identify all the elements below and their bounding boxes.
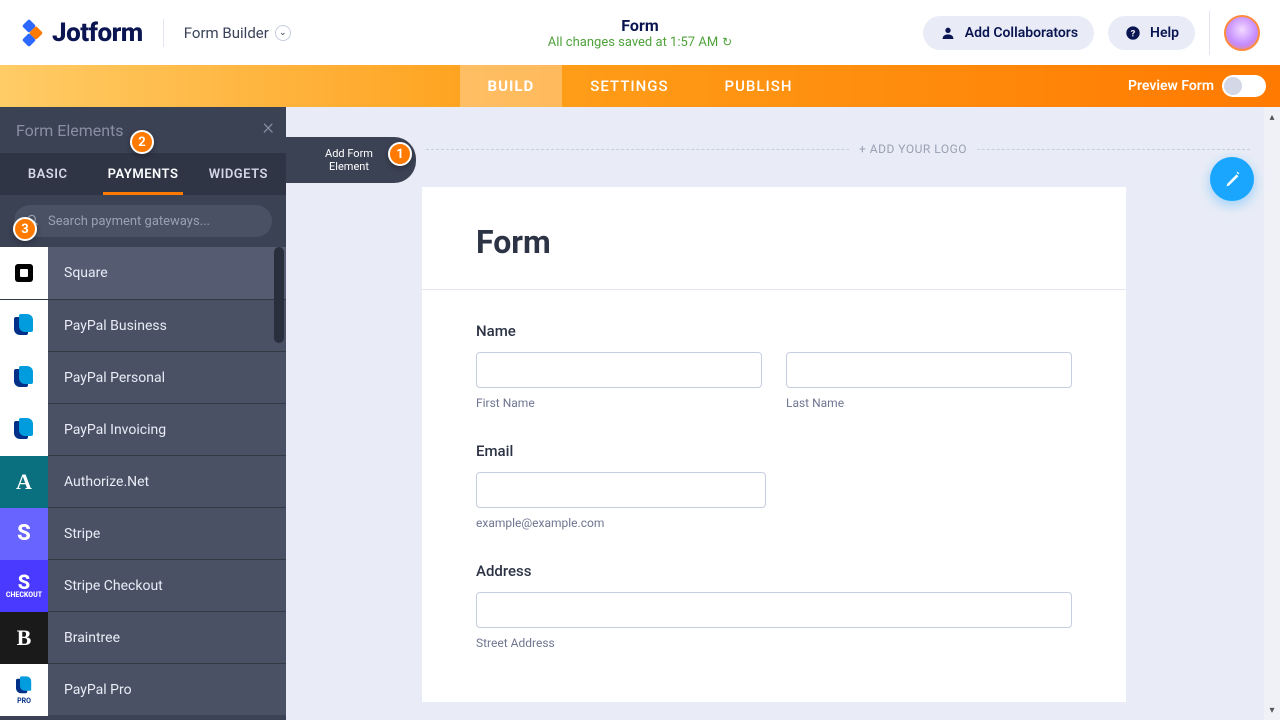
scroll-down-icon[interactable]: ▾ xyxy=(1269,702,1274,718)
email-sublabel: example@example.com xyxy=(476,516,1072,530)
paypal-icon xyxy=(0,300,48,352)
tab-build[interactable]: BUILD xyxy=(460,65,563,107)
search-input[interactable] xyxy=(48,214,260,229)
close-icon[interactable]: × xyxy=(262,115,274,140)
save-status: All changes saved at 1:57 AM ↻ xyxy=(548,35,732,50)
help-button[interactable]: ? Help xyxy=(1108,16,1195,50)
gateway-list: Square PayPal Business PayPal Personal P… xyxy=(0,247,286,720)
add-collaborators-button[interactable]: Add Collaborators xyxy=(923,16,1094,50)
vertical-scrollbar[interactable]: ▴ ▾ xyxy=(1264,107,1280,720)
tab-payments[interactable]: PAYMENTS xyxy=(95,153,190,195)
chevron-down-icon: ⌄ xyxy=(275,25,291,41)
scroll-up-icon[interactable]: ▴ xyxy=(1269,109,1274,125)
field-address[interactable]: Address Street Address xyxy=(476,562,1072,650)
name-label: Name xyxy=(476,322,1072,340)
paypal-icon xyxy=(0,404,48,456)
logo-mark-icon xyxy=(20,21,44,45)
gateway-square[interactable]: Square xyxy=(0,247,286,299)
revision-history-icon[interactable]: ↻ xyxy=(722,35,732,49)
divider xyxy=(1209,11,1210,55)
last-name-sublabel: Last Name xyxy=(786,396,1072,410)
tab-basic[interactable]: BASIC xyxy=(0,153,95,195)
street-sublabel: Street Address xyxy=(476,636,1072,650)
form-canvas[interactable]: Form Name First Name Last Name Email xyxy=(422,187,1126,702)
user-icon xyxy=(939,24,957,42)
sub-nav: BUILD SETTINGS PUBLISH Preview Form xyxy=(0,65,1280,107)
gateway-authorize-net[interactable]: A Authorize.Net xyxy=(0,455,286,507)
logo-text: Jotform xyxy=(52,18,143,48)
search-box[interactable] xyxy=(14,205,272,237)
first-name-sublabel: First Name xyxy=(476,396,762,410)
gateway-paypal-business[interactable]: PayPal Business xyxy=(0,299,286,351)
field-email[interactable]: Email example@example.com xyxy=(476,442,1072,530)
tab-widgets[interactable]: WIDGETS xyxy=(191,153,286,195)
last-name-input[interactable] xyxy=(786,352,1072,388)
toggle[interactable] xyxy=(1222,75,1266,97)
stripe-checkout-icon: SCHECKOUT xyxy=(0,560,48,612)
gateway-paypal-pro[interactable]: PRO PayPal Pro xyxy=(0,663,286,715)
form-designer-button[interactable] xyxy=(1210,157,1254,201)
scrollbar-thumb[interactable] xyxy=(274,247,284,343)
braintree-icon: B xyxy=(0,612,48,664)
dashed-line xyxy=(426,149,1250,150)
annotation-marker-2: 2 xyxy=(130,130,154,154)
form-canvas-area: Add Form Element + ADD YOUR LOGO Form Na… xyxy=(286,107,1280,720)
square-icon xyxy=(0,247,48,299)
breadcrumb-form-builder[interactable]: Form Builder ⌄ xyxy=(184,24,291,42)
gateway-stripe[interactable]: S Stripe xyxy=(0,507,286,559)
help-icon: ? xyxy=(1124,24,1142,42)
form-heading[interactable]: Form xyxy=(476,223,1072,261)
annotation-marker-1: 1 xyxy=(388,142,412,166)
main: Form Elements × BASIC PAYMENTS WIDGETS S… xyxy=(0,107,1280,720)
search-row xyxy=(0,195,286,247)
divider xyxy=(163,19,164,47)
form-title[interactable]: Form xyxy=(548,16,732,35)
annotation-marker-3: 3 xyxy=(13,217,37,241)
gateway-paypal-personal[interactable]: PayPal Personal xyxy=(0,351,286,403)
divider xyxy=(422,289,1126,290)
address-label: Address xyxy=(476,562,1072,580)
first-name-input[interactable] xyxy=(476,352,762,388)
breadcrumb-label: Form Builder xyxy=(184,24,269,42)
street-address-input[interactable] xyxy=(476,592,1072,628)
form-title-area: Form All changes saved at 1:57 AM ↻ xyxy=(548,16,732,50)
gateway-paypal-invoicing[interactable]: PayPal Invoicing xyxy=(0,403,286,455)
gateway-braintree[interactable]: B Braintree xyxy=(0,611,286,663)
add-logo-button[interactable]: + ADD YOUR LOGO xyxy=(849,142,977,156)
authorize-net-icon: A xyxy=(0,456,48,508)
panel-tabs: BASIC PAYMENTS WIDGETS xyxy=(0,153,286,195)
svg-text:?: ? xyxy=(1131,28,1136,39)
field-name[interactable]: Name First Name Last Name xyxy=(476,322,1072,410)
gateway-stripe-checkout[interactable]: SCHECKOUT Stripe Checkout xyxy=(0,559,286,611)
email-label: Email xyxy=(476,442,1072,460)
form-elements-panel: Form Elements × BASIC PAYMENTS WIDGETS S… xyxy=(0,107,286,720)
preview-form-toggle[interactable]: Preview Form xyxy=(1128,65,1266,107)
avatar[interactable] xyxy=(1224,15,1260,51)
top-bar-right: Add Collaborators ? Help xyxy=(923,11,1260,55)
stripe-icon: S xyxy=(0,508,48,560)
tab-publish[interactable]: PUBLISH xyxy=(697,65,821,107)
email-input[interactable] xyxy=(476,472,766,508)
tab-settings[interactable]: SETTINGS xyxy=(562,65,696,107)
paypal-icon xyxy=(0,352,48,404)
logo[interactable]: Jotform xyxy=(20,18,143,48)
top-bar: Jotform Form Builder ⌄ Form All changes … xyxy=(0,0,1280,65)
paypal-pro-icon: PRO xyxy=(0,664,48,716)
